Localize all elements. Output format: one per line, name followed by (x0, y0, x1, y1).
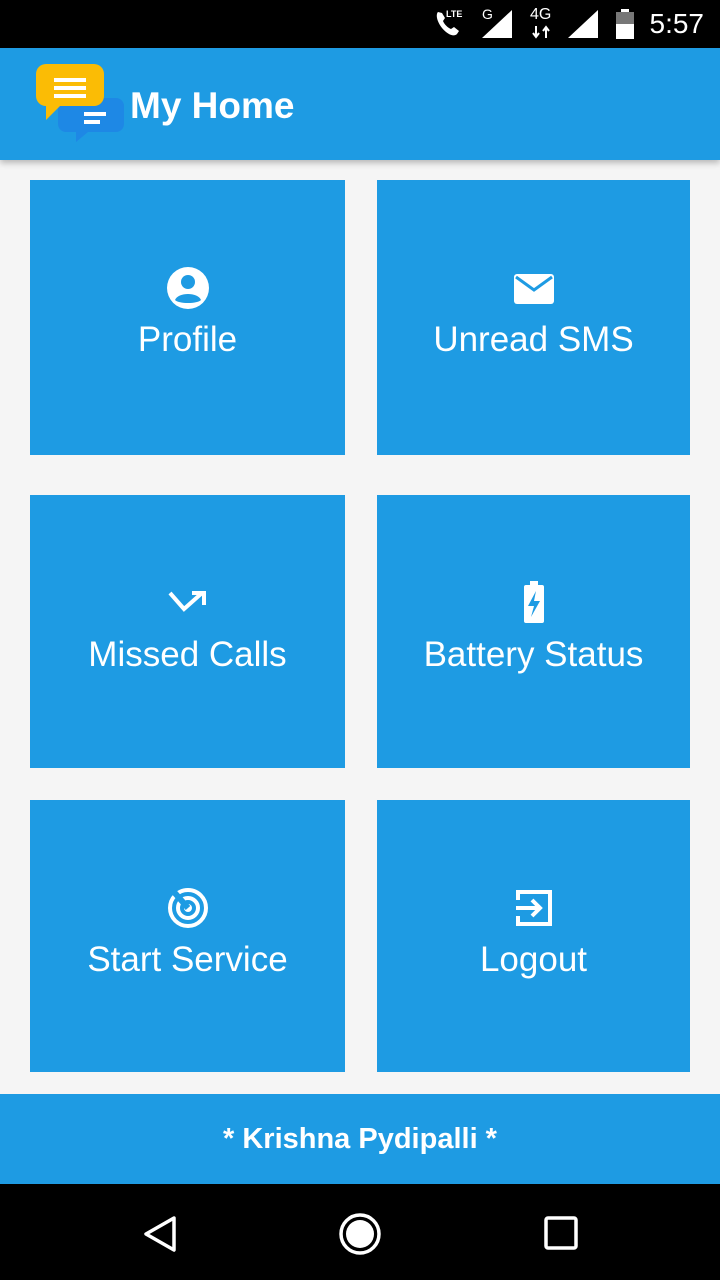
profile-label: Profile (137, 320, 238, 359)
data-arrows-icon (532, 25, 550, 39)
call-missed-icon (167, 591, 206, 612)
battery-status-label: Battery Status (423, 635, 644, 674)
home-icon[interactable] (338, 1212, 382, 1256)
status-bar: LTE G 4G 5:57 (0, 0, 720, 48)
navigation-bar (0, 1184, 720, 1280)
account-circle-icon (166, 267, 209, 309)
logout-label: Logout (479, 940, 588, 979)
battery-icon (616, 9, 634, 39)
battery-status-tile[interactable]: Battery Status (377, 495, 690, 768)
signal-strength-2-icon (568, 10, 598, 38)
unread-sms-tile[interactable]: Unread SMS (377, 180, 690, 455)
battery-charging-icon (523, 581, 544, 623)
missed-calls-tile[interactable]: Missed Calls (30, 495, 345, 768)
start-service-tile[interactable]: Start Service (30, 800, 345, 1072)
network-4g-label: 4G (530, 6, 552, 23)
mail-icon (513, 274, 554, 304)
unread-sms-label: Unread SMS (433, 320, 634, 359)
signal-strength-icon (482, 10, 512, 38)
lte-label: LTE (446, 9, 462, 19)
logout-tile[interactable]: Logout (377, 800, 690, 1072)
chat-logo-icon (36, 64, 124, 142)
back-icon[interactable] (140, 1214, 180, 1254)
radar-icon (167, 888, 208, 928)
footer-banner: * Krishna Pydipalli * (0, 1094, 720, 1184)
clock: 5:57 (649, 8, 705, 39)
app-bar: My Home (0, 48, 720, 160)
call-lte-icon: LTE (436, 9, 462, 36)
start-service-label: Start Service (87, 940, 288, 979)
profile-tile[interactable]: Profile (30, 180, 345, 455)
recents-icon[interactable] (542, 1214, 580, 1252)
exit-icon (515, 890, 552, 926)
missed-calls-label: Missed Calls (88, 635, 287, 674)
page-title: My Home (130, 85, 295, 126)
